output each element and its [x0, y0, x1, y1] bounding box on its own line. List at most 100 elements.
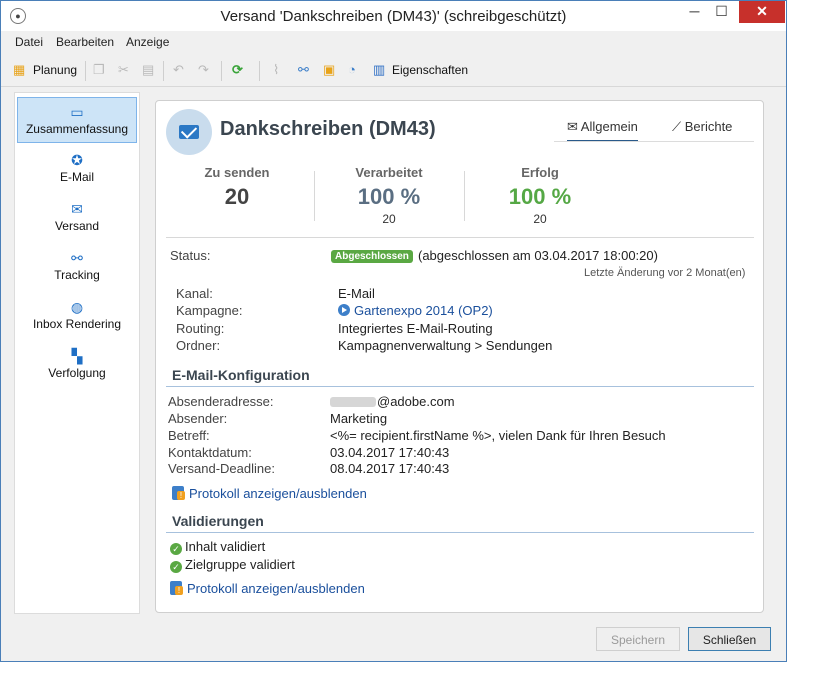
stat-count: 20	[533, 212, 547, 226]
absender-label: Absender:	[168, 411, 228, 426]
clipboard-icon[interactable]: ▥	[373, 62, 385, 78]
tab-allgemein[interactable]: ✉ Allgemein	[567, 119, 638, 142]
stat-verarbeitet: Verarbeitet 100 % 20	[314, 165, 464, 226]
maximize-button[interactable]: ☐	[708, 1, 735, 23]
campaign-icon	[338, 304, 350, 316]
gift-icon[interactable]: ▣	[323, 62, 335, 78]
sync-icon[interactable]: ◔	[348, 62, 356, 77]
minimize-button[interactable]: ─	[681, 1, 708, 23]
save-button[interactable]: Speichern	[596, 627, 680, 651]
tracking-icon: ⚯	[71, 250, 83, 266]
stat-value: 20	[224, 184, 250, 209]
sidebar-item-inbox-rendering[interactable]: ◍ Inbox Rendering	[17, 293, 137, 339]
link-icon[interactable]: ⚯	[298, 62, 309, 78]
redacted-text	[330, 397, 376, 407]
versand-deadline-value: 08.04.2017 17:40:43	[330, 461, 450, 476]
tab-label: Allgemein	[580, 119, 638, 134]
kanal-value: E-Mail	[338, 286, 375, 301]
inbox-rendering-icon: ◍	[70, 299, 84, 315]
sidebar-item-label: Zusammenfassung	[25, 122, 129, 136]
toggle-log-link[interactable]: Protokoll anzeigen/ausblenden	[172, 486, 367, 501]
stat-label: Zu senden	[204, 165, 270, 180]
kontaktdatum-label: Kontaktdatum:	[168, 445, 252, 460]
refresh-icon[interactable]: ⟳	[232, 62, 243, 78]
window-title: Versand 'Dankschreiben (DM43)' (schreibg…	[220, 8, 567, 25]
section-divider	[166, 386, 754, 387]
stat-zu-senden: Zu senden 20	[162, 165, 312, 210]
kontaktdatum-value: 03.04.2017 17:40:43	[330, 445, 450, 460]
campaign-link[interactable]: Gartenexpo 2014 (OP2)	[338, 303, 493, 318]
stat-erfolg: Erfolg 100 % 20	[465, 165, 615, 226]
toggle-log-label: Protokoll anzeigen/ausblenden	[187, 581, 365, 596]
close-window-button[interactable]: ✕	[739, 1, 785, 23]
validation-item: ✓ Inhalt validiert	[170, 539, 265, 555]
menu-anzeige[interactable]: Anzeige	[126, 35, 169, 49]
email-icon: ✪	[71, 152, 83, 168]
sidebar-item-versand[interactable]: ✉ Versand	[17, 195, 137, 241]
toolbar-divider	[163, 61, 164, 81]
menu-bearbeiten[interactable]: Bearbeiten	[56, 35, 114, 49]
last-modified-note: Letzte Änderung vor 2 Monat(en)	[584, 267, 746, 279]
sidebar-item-email[interactable]: ✪ E-Mail	[17, 146, 137, 192]
section-divider	[166, 532, 754, 533]
envelope-icon: ✉	[567, 119, 581, 134]
menu-bar: Datei Bearbeiten Anzeige	[1, 31, 786, 53]
absender-value: Marketing	[330, 411, 388, 426]
log-icon	[172, 486, 185, 500]
undo-icon[interactable]: ↶	[173, 62, 184, 78]
eigenschaften-button[interactable]: Eigenschaften	[392, 63, 468, 77]
toggle-log-link[interactable]: Protokoll anzeigen/ausblenden	[170, 581, 365, 596]
stat-value: 100 %	[357, 184, 421, 209]
toolbar-divider	[259, 61, 260, 81]
stat-label: Verarbeitet	[355, 165, 423, 180]
status-label: Status:	[170, 248, 211, 263]
betreff-value: <%= recipient.firstName %>, vielen Dank …	[330, 428, 666, 443]
delivery-icon: ✉	[71, 201, 83, 217]
check-icon: ✓	[170, 543, 182, 555]
sidebar-item-label: Verfolgung	[48, 366, 106, 380]
summary-icon: ▭	[70, 104, 84, 120]
email-delivery-icon	[166, 109, 212, 155]
sidebar-item-label: Inbox Rendering	[32, 317, 122, 331]
absenderadresse-domain: @adobe.com	[377, 394, 455, 409]
calendar-icon[interactable]: ▦	[13, 62, 25, 78]
absenderadresse-label: Absenderadresse:	[168, 394, 274, 409]
tab-divider	[554, 141, 754, 142]
sidebar-item-label: Tracking	[54, 268, 100, 282]
ordner-value: Kampagnenverwaltung > Sendungen	[338, 338, 553, 353]
validation-label: Zielgruppe validiert	[185, 557, 295, 572]
sidebar-item-zusammenfassung[interactable]: ▭ Zusammenfassung	[17, 97, 137, 143]
audit-icon: ▚	[71, 348, 83, 364]
tab-berichte[interactable]: ⟋ Berichte	[672, 119, 732, 135]
kanal-label: Kanal:	[176, 286, 213, 301]
paste-icon[interactable]: ▤	[142, 62, 154, 78]
menu-datei[interactable]: Datei	[15, 35, 43, 49]
summary-panel: Dankschreiben (DM43) ✉ Allgemein ⟋ Beric…	[155, 100, 764, 613]
betreff-label: Betreff:	[168, 428, 210, 443]
log-icon	[170, 581, 183, 595]
campaign-link-label: Gartenexpo 2014 (OP2)	[354, 303, 493, 318]
redo-icon[interactable]: ↷	[198, 62, 209, 78]
validation-label: Inhalt validiert	[185, 539, 266, 554]
attachment-icon[interactable]: ⌇	[273, 62, 279, 78]
routing-value: Integriertes E-Mail-Routing	[338, 321, 493, 336]
page-title: Dankschreiben (DM43)	[220, 118, 436, 140]
absenderadresse-value: @adobe.com	[330, 394, 455, 409]
stat-label: Erfolg	[521, 165, 559, 180]
tab-label: Berichte	[684, 119, 733, 134]
stat-count: 20	[382, 212, 396, 226]
title-bar: ● Versand 'Dankschreiben (DM43)' (schrei…	[1, 1, 786, 31]
sidebar-item-tracking[interactable]: ⚯ Tracking	[17, 244, 137, 290]
sidebar-item-verfolgung[interactable]: ▚ Verfolgung	[17, 342, 137, 388]
chart-line-icon: ⟋	[672, 119, 685, 134]
toolbar-divider	[221, 61, 222, 81]
versand-deadline-label: Versand-Deadline:	[168, 461, 275, 476]
cut-icon[interactable]: ✂	[118, 62, 129, 78]
planung-button[interactable]: Planung	[33, 63, 77, 77]
sidebar-item-label: Versand	[54, 219, 100, 233]
kampagne-label: Kampagne:	[176, 303, 243, 318]
toggle-log-label: Protokoll anzeigen/ausblenden	[189, 486, 367, 501]
close-button[interactable]: Schließen	[688, 627, 771, 651]
status-text: (abgeschlossen am 03.04.2017 18:00:20)	[418, 248, 658, 263]
copy-icon[interactable]: ❐	[93, 62, 105, 78]
